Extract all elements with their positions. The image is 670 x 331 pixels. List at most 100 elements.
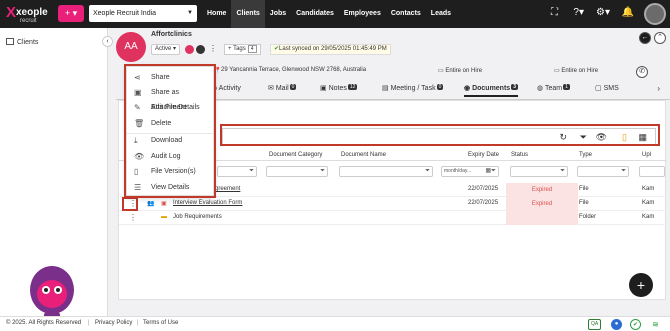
tab-meeting-task[interactable]: ▤ Meeting / Task 0 — [382, 84, 444, 92]
settings-gear-icon[interactable]: ⚙▾ — [596, 7, 610, 18]
column-document-name[interactable]: Document Name — [341, 152, 386, 158]
quick-add-button[interactable]: + ▾ — [58, 5, 84, 22]
owner-avatar-icon-2[interactable] — [196, 45, 205, 54]
tab-label: Mail — [275, 85, 289, 92]
tab-label: Meeting / Task — [390, 85, 436, 92]
filter-uploaded[interactable] — [639, 166, 665, 177]
record-name: Affortclinics — [151, 31, 192, 38]
filter-col-1[interactable]: ⏷ — [217, 166, 257, 177]
help-icon[interactable]: ?▾ — [573, 7, 584, 18]
tab-label: Notes — [328, 85, 347, 92]
table-row[interactable]: ⋮ ▬ Job Requirements Folder Kam — [119, 211, 667, 225]
owner-avatar-icon[interactable] — [185, 45, 194, 54]
tags-label: + Tags — [228, 46, 246, 52]
folder-icon: ▬ — [161, 214, 167, 220]
document-type: File — [579, 186, 589, 192]
app-logo[interactable]: X xeople recruit — [6, 4, 56, 26]
footer: © 2025. All Rights Reserved | Privacy Po… — [0, 316, 670, 331]
sidebar-item-clients[interactable]: Clients — [6, 38, 38, 46]
logo-text: xeople — [16, 7, 48, 18]
top-nav-bar: X xeople recruit + ▾ Xeople Recruit Indi… — [0, 0, 670, 28]
phone-icon[interactable]: ✆ — [636, 66, 648, 78]
date-placeholder: month/day... — [444, 168, 472, 174]
table-row[interactable]: ⋮ 👥 ▣ Interview Evaluation Form 22/07/20… — [119, 197, 667, 211]
status-dropdown[interactable]: Active ▾ — [151, 44, 181, 55]
user-info-icon[interactable]: ● — [611, 319, 622, 330]
row-actions-icon[interactable]: ⋮ — [129, 213, 137, 222]
column-uploaded[interactable]: Upl — [642, 152, 651, 158]
add-document-fab[interactable]: + — [629, 273, 653, 297]
organization-select[interactable]: Xeople Recruit India ▼ — [89, 5, 197, 22]
collapse-up-icon[interactable]: ⌃ — [654, 32, 666, 44]
privacy-policy-link[interactable]: Privacy Policy — [95, 320, 132, 326]
nav-contacts[interactable]: Contacts — [386, 0, 426, 28]
uploaded-by: Kam — [642, 200, 655, 206]
share-users-icon: 👥 — [147, 201, 155, 207]
filter-status[interactable]: ⏷ — [510, 166, 568, 177]
document-name-link[interactable]: greement — [215, 186, 240, 192]
tab-count: 3 — [511, 84, 518, 90]
sync-status: ✔Last synced on 29/05/2025 01:45:49 PM — [270, 44, 391, 55]
status-badge: Expired — [506, 197, 578, 211]
row-actions-highlight — [122, 197, 138, 211]
filter-icon: ⏷ — [425, 168, 430, 174]
filter-expiry-date[interactable]: month/day... ▦⏷ — [441, 166, 499, 177]
entire-on-hire-text-1: Entire on Hire — [445, 68, 483, 74]
tab-sms[interactable]: ▢ SMS — [595, 84, 619, 92]
nav-clients[interactable]: Clients — [231, 0, 265, 28]
filter-document-name[interactable]: ⏷ — [339, 166, 433, 177]
organization-select-value: Xeople Recruit India — [93, 10, 157, 17]
notification-bell-icon[interactable]: 🔔 — [622, 7, 634, 18]
clients-icon — [6, 38, 14, 45]
terms-of-use-link[interactable]: Terms of Use — [143, 320, 178, 326]
column-type[interactable]: Type — [579, 152, 592, 158]
footer-divider: | — [137, 320, 139, 326]
nav-jobs[interactable]: Jobs — [265, 0, 291, 28]
add-tags-button[interactable]: + Tags 4 — [224, 44, 261, 55]
search-toolbar-highlight — [220, 124, 660, 146]
filter-type[interactable]: ⏷ — [577, 166, 629, 177]
expiry-date: 22/07/2025 — [468, 186, 499, 192]
logo-subtext: recruit — [20, 18, 37, 24]
more-options-icon[interactable]: ⋮ — [209, 44, 217, 53]
tab-notes[interactable]: ▣ Notes 12 — [320, 84, 358, 92]
nav-leads[interactable]: Leads — [426, 0, 456, 28]
nav-employees[interactable]: Employees — [339, 0, 386, 28]
status-badge: Expired — [506, 183, 578, 197]
tab-label: Documents — [472, 85, 511, 92]
pdf-file-icon: ▣ — [161, 201, 167, 207]
tab-label: Team — [544, 85, 563, 92]
nav-candidates[interactable]: Candidates — [291, 0, 339, 28]
tabs-scroll-right-icon[interactable]: › — [657, 84, 660, 93]
column-expiry-date[interactable]: Expiry Date — [468, 152, 499, 158]
filter-icon: ⏷ — [621, 168, 626, 174]
calendar-filter-icon: ▦⏷ — [485, 168, 496, 174]
entire-on-hire-1: ▭ Entire on Hire — [438, 68, 483, 74]
qa-badge: QA — [588, 319, 602, 330]
uploaded-by: Kam — [642, 214, 655, 220]
folder-name[interactable]: Job Requirements — [173, 214, 222, 220]
document-name-link[interactable]: Interview Evaluation Form — [173, 200, 242, 206]
footer-divider: | — [88, 320, 90, 326]
user-avatar[interactable] — [644, 3, 666, 25]
sidebar-collapse-button[interactable]: ‹ — [102, 36, 113, 47]
wifi-icon: ≋ — [650, 319, 661, 330]
expiry-date: 22/07/2025 — [468, 200, 499, 206]
logo-x-icon: X — [6, 4, 17, 21]
tab-mail[interactable]: ✉ Mail 0 — [268, 84, 297, 92]
column-status[interactable]: Status — [511, 152, 528, 158]
back-arrow-icon[interactable]: ← — [639, 32, 651, 44]
filter-icon: ⏷ — [249, 168, 254, 174]
tab-team[interactable]: ◍ Team 1 — [537, 84, 570, 92]
nav-home[interactable]: Home — [202, 0, 231, 28]
tab-label: SMS — [603, 85, 619, 92]
copyright-text: © 2025. All Rights Reserved — [6, 320, 82, 326]
filter-icon: ⏷ — [320, 168, 325, 174]
record-avatar: AA — [116, 32, 146, 62]
check-circle-icon[interactable]: ✔ — [630, 319, 641, 330]
filter-document-category[interactable]: ⏷ — [266, 166, 328, 177]
fullscreen-icon[interactable]: ⛶ — [551, 7, 558, 18]
column-document-category[interactable]: Document Category — [269, 152, 322, 158]
uploaded-by: Kam — [642, 186, 655, 192]
tab-documents[interactable]: ◉ Documents 3 — [464, 84, 518, 97]
